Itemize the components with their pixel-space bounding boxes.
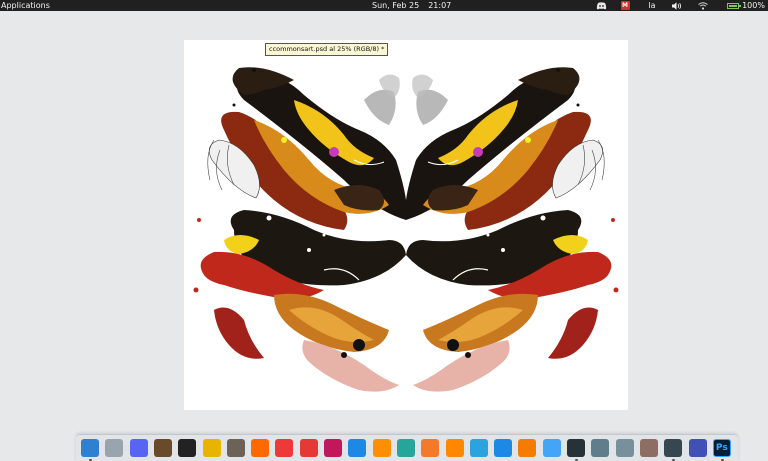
dock-item-gimp[interactable] [226,438,246,458]
mail-icon: M [620,1,630,10]
dock-item-vlc[interactable] [445,438,465,458]
dock-item-messages[interactable] [493,438,513,458]
time-label: 21:07 [428,1,452,10]
archive-icon [518,439,537,457]
dock-item-photos[interactable] [542,438,562,458]
battery-indicator[interactable]: 100% [724,0,768,11]
dock-item-calculator[interactable] [639,438,659,458]
pencil-icon [202,439,221,457]
dock-item-firefox[interactable] [250,438,270,458]
discord-indicator[interactable] [594,0,608,11]
mail-indicator[interactable]: M [618,0,632,11]
g-icon [688,439,707,457]
top-panel: Applications Sun, Feb 25 21:07 M la 100% [0,0,768,11]
image-icon [542,439,561,457]
date-label: Sun, Feb 25 [372,1,420,10]
dock-item-pencil[interactable] [202,438,222,458]
vlc-icon [445,439,464,457]
firefox-icon [251,439,270,457]
dock-item-photoshop[interactable]: Ps [712,438,732,461]
dock-item-shield-app[interactable] [323,438,343,458]
dock-item-discord[interactable] [129,438,149,458]
grid-icon [81,439,99,457]
volume-indicator[interactable] [670,0,684,11]
books-icon [153,439,172,457]
gear-icon [396,439,415,457]
keyboard-layout-label: la [648,1,656,10]
inkblot-artwork [192,66,620,393]
keyboard-layout-indicator[interactable]: la [645,0,659,11]
dock-item-youtube-player[interactable] [299,438,319,458]
dock-item-gnome-app[interactable] [688,438,708,458]
dock-item-disk-app[interactable] [396,438,416,458]
chat-icon [494,439,513,457]
dock-item-multitasking-view[interactable] [80,438,100,461]
monitor-icon [664,439,683,457]
dock-item-monitor[interactable] [663,438,683,461]
dock-item-books[interactable] [153,438,173,458]
calculator-icon [639,439,658,457]
blender-icon [421,439,440,457]
volume-icon [671,1,681,10]
dock-item-inkscape[interactable] [177,438,197,458]
dock-item-blender[interactable] [420,438,440,458]
keyboard-icon [591,439,610,457]
play-circle-icon [299,439,318,457]
dock-item-settings-toggle[interactable] [615,438,635,458]
folder-icon [105,439,124,457]
dock-item-keyboard[interactable] [590,438,610,458]
circle-play-icon [348,439,367,457]
dock-item-vivaldi[interactable] [274,438,294,458]
dock-item-media-player[interactable] [347,438,367,458]
shield-icon [324,439,342,457]
dock-item-archive[interactable] [517,438,537,458]
gimp-icon [226,439,245,457]
discord-icon [596,1,606,9]
ps-icon: Ps [712,439,731,457]
discord-icon [129,439,148,457]
inkscape-icon [178,439,197,457]
dock-item-terminal[interactable] [566,438,586,461]
dock-item-files[interactable] [104,438,124,458]
document-title-tooltip: ccommonsart.psd al 25% (RGB/8) * [265,43,389,56]
clock[interactable]: Sun, Feb 25 21:07 [372,0,460,11]
applications-menu[interactable]: Applications [0,0,50,11]
network-indicator[interactable] [696,0,710,11]
vivaldi-icon [275,439,294,457]
battery-icon [727,2,742,9]
network-icon [698,1,708,10]
dock-item-telegram[interactable] [469,438,489,458]
terminal-icon [567,439,585,457]
telegram-icon [469,439,488,457]
battery-percent: 100% [742,1,765,10]
play-icon [372,439,391,457]
dock: Ps [76,434,738,461]
dock-item-video-player[interactable] [372,438,392,458]
toggle-icon [615,439,634,457]
document-canvas[interactable] [184,40,628,410]
